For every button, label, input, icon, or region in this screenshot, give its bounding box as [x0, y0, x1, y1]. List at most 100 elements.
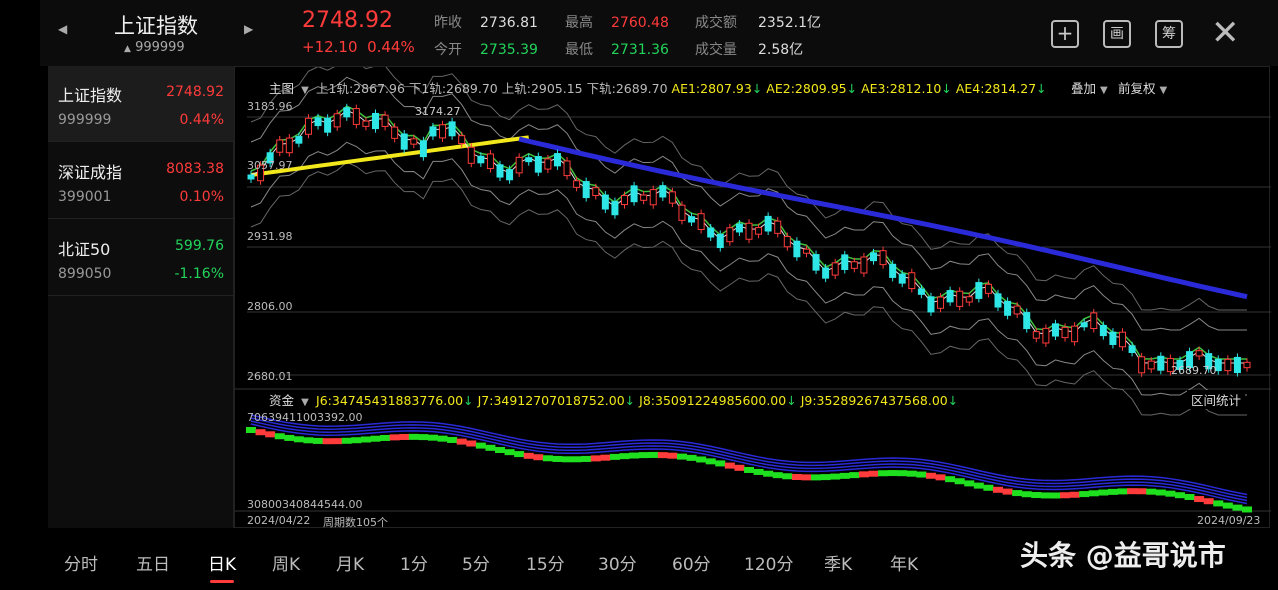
- prev-stock-arrow-icon[interactable]: ◀: [58, 22, 67, 36]
- fund-bar: [696, 456, 707, 463]
- tab-3[interactable]: 周K: [272, 550, 300, 575]
- tab-10[interactable]: 120分: [744, 550, 793, 575]
- tab-8[interactable]: 30分: [598, 550, 637, 575]
- tab-6[interactable]: 5分: [462, 550, 490, 575]
- fund-bar: [609, 453, 620, 460]
- candle-body: [1128, 345, 1136, 353]
- add-watchlist-button[interactable]: +: [1051, 20, 1079, 48]
- candle-body: [879, 250, 887, 266]
- candle-body: [697, 213, 705, 230]
- candle-body: [563, 160, 571, 177]
- stock-title: 上证指数: [114, 14, 198, 38]
- kline-chart[interactable]: 主图 ▼ 上1轨:2867.96 下1轨:2689.70 上轨:2905.15 …: [234, 66, 1271, 529]
- fund-bar: [562, 456, 573, 463]
- fund-bar: [590, 455, 601, 462]
- candle-body: [1023, 312, 1031, 330]
- next-stock-arrow-icon[interactable]: ▶: [244, 22, 253, 36]
- fund-bar: [389, 434, 400, 441]
- candle-body: [362, 120, 370, 127]
- fund-bar: [399, 433, 410, 440]
- fund-bar: [1117, 488, 1128, 495]
- candle-body: [515, 156, 523, 174]
- caret-down-icon[interactable]: ▼: [298, 85, 312, 96]
- fund-bar: [983, 484, 994, 491]
- sidebar-item-name: 深证成指: [58, 163, 123, 182]
- fund-bar: [504, 449, 515, 456]
- tab-11[interactable]: 季K: [824, 550, 852, 575]
- fund-bar: [1203, 498, 1214, 505]
- candle-body: [764, 215, 772, 232]
- fund-bar: [313, 437, 324, 444]
- fund-bar: [370, 435, 381, 442]
- candle-body: [630, 185, 638, 203]
- candle-body: [1224, 358, 1232, 372]
- fund-bar: [705, 458, 716, 465]
- overlay-toggle[interactable]: 叠加: [1071, 81, 1096, 96]
- fund-panel-label[interactable]: 资金: [269, 393, 294, 408]
- sidebar-item-name: 北证50: [58, 240, 111, 259]
- candle-body: [735, 223, 743, 233]
- candle-body: [812, 254, 820, 271]
- caret-down-icon[interactable]: ▼: [1100, 85, 1114, 96]
- chips-button[interactable]: 筹: [1155, 20, 1183, 48]
- candle-body: [917, 288, 925, 295]
- candle-body: [946, 290, 954, 303]
- candle-body: [553, 153, 561, 167]
- draw-button[interactable]: 画: [1103, 20, 1131, 48]
- candle-body: [850, 261, 858, 269]
- sidebar-item-bj50[interactable]: 北证50 599.76 899050 -1.16%: [48, 220, 234, 296]
- tab-2[interactable]: 日K: [208, 550, 236, 583]
- candle-body: [372, 112, 379, 130]
- candle-body: [1090, 312, 1098, 329]
- tab-12[interactable]: 年K: [890, 550, 918, 575]
- fund-bar: [514, 451, 525, 458]
- fund-bar: [878, 470, 889, 477]
- candle-body: [1042, 327, 1050, 344]
- caret-down-icon[interactable]: ▼: [1160, 85, 1168, 96]
- fund-bar: [954, 478, 965, 485]
- main-panel-legend: 主图 ▼ 上1轨:2867.96 下1轨:2689.70 上轨:2905.15 …: [269, 81, 1047, 96]
- candle-body: [391, 126, 399, 139]
- sidebar-item-sz-index[interactable]: 深证成指 8083.38 399001 0.10%: [48, 143, 234, 219]
- candle-body: [927, 296, 935, 313]
- tab-5[interactable]: 1分: [400, 550, 428, 575]
- tab-0[interactable]: 分时: [64, 550, 98, 575]
- stock-code: ▲ 999999: [124, 40, 185, 55]
- main-panel-label[interactable]: 主图: [269, 81, 294, 96]
- candle-body: [506, 169, 514, 181]
- candle-body: [802, 248, 810, 254]
- sidebar-item-sh-index[interactable]: 上证指数 2748.92 999999 0.44%: [48, 66, 234, 142]
- quote-open: 今开 2735.39: [434, 42, 538, 58]
- fund-bar: [1213, 500, 1224, 507]
- fund-bar: [1040, 492, 1051, 499]
- candle-body: [601, 194, 609, 210]
- tab-4[interactable]: 月K: [336, 550, 364, 575]
- quote-prev-close: 昨收 2736.81: [434, 15, 538, 31]
- price-change: +12.10 0.44%: [302, 38, 415, 56]
- tab-9[interactable]: 60分: [672, 550, 711, 575]
- candle-body: [898, 273, 906, 284]
- candle-body: [1138, 356, 1146, 374]
- fund-ma-line: [250, 414, 1248, 496]
- candle-body: [439, 124, 447, 139]
- candle-body: [716, 233, 724, 249]
- close-icon[interactable]: ✕: [1211, 16, 1240, 50]
- tab-7[interactable]: 15分: [526, 550, 565, 575]
- kline-canvas[interactable]: [235, 67, 1271, 529]
- candle-body: [745, 222, 753, 240]
- fund-bar: [820, 474, 831, 481]
- caret-down-icon[interactable]: ▼: [298, 397, 312, 408]
- range-stats-button[interactable]: 区间统计: [1187, 390, 1246, 409]
- candle-body: [458, 135, 466, 145]
- fund-bar: [485, 444, 496, 451]
- fund-bar: [868, 470, 879, 477]
- fund-bar: [1088, 490, 1099, 497]
- fund-bar: [801, 474, 812, 481]
- fund-bar: [782, 473, 793, 480]
- fund-bar: [839, 472, 850, 479]
- fund-bar: [1031, 492, 1042, 499]
- adjust-toggle[interactable]: 前复权: [1118, 81, 1156, 96]
- candle-body: [352, 108, 360, 125]
- tab-1[interactable]: 五日: [136, 550, 170, 575]
- candle-body: [975, 282, 983, 299]
